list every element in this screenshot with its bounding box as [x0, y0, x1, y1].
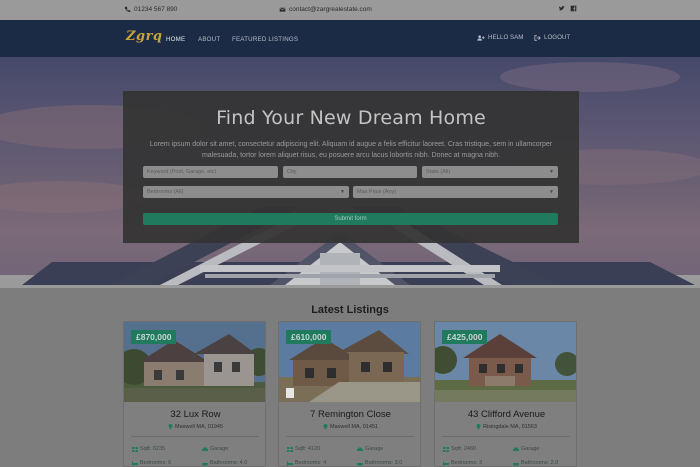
listing-title[interactable]: 7 Remington Close [279, 409, 420, 420]
listing-bathrooms: Bathrooms: 3.0 [357, 460, 402, 466]
search-panel: Find Your New Dream Home Lorem ipsum dol… [123, 91, 579, 243]
listing-bedrooms: Bedrooms: 6 [132, 460, 171, 466]
listing-bedrooms-text: Bedrooms: 6 [140, 460, 172, 466]
listing-sqft: Sqft: 6235 [132, 446, 165, 452]
price-badge: £610,000 [286, 330, 332, 344]
chevron-down-icon: ▼ [340, 189, 345, 195]
listing-bedrooms: Bedrooms: 4 [287, 460, 326, 466]
listing-card[interactable]: £610,000 7 Remington Close Maxwell MA, 0… [278, 321, 421, 467]
hero-title: Find Your New Dream Home [216, 107, 486, 129]
bed-icon [443, 461, 449, 466]
phone-number: 01234 567 890 [134, 6, 178, 13]
listing-sqft-text: Sqft: 6235 [140, 446, 166, 452]
price-badge: £425,000 [442, 330, 488, 344]
listing-address: Risingdale MA, 01563 [435, 423, 576, 430]
latest-listings-heading: Latest Listings [311, 304, 389, 316]
nav-user-greeting[interactable]: HELLO SAM [477, 34, 523, 41]
bath-icon [357, 462, 363, 465]
listing-bedrooms-text: Bedrooms: 3 [451, 460, 483, 466]
listing-sqft: Sqft: 2460 [443, 446, 476, 452]
listing-bedrooms-text: Bedrooms: 4 [295, 460, 327, 466]
listing-photo[interactable]: £610,000 [279, 322, 420, 402]
listing-sqft-text: Sqft: 4120 [295, 446, 321, 452]
map-marker-icon [323, 424, 328, 430]
top-contact-bar: 01234 567 890 contact@zargrealestate.com [0, 0, 700, 20]
site-logo[interactable]: Zgrq [126, 29, 163, 44]
nav-logout[interactable]: LOGOUT [534, 34, 570, 41]
listing-bathrooms: Bathrooms: 4.0 [202, 460, 247, 466]
phone-contact: 01234 567 890 [124, 6, 177, 13]
state-select-value: State (All) [426, 169, 451, 175]
bath-icon [202, 462, 208, 465]
listing-garage-text: Garage [210, 446, 229, 452]
bed-icon [287, 461, 293, 466]
grid-icon [287, 446, 293, 452]
price-badge: £870,000 [131, 330, 177, 344]
hero-description: Lorem ipsum dolor sit amet, consectetur … [149, 141, 553, 159]
listing-sqft-text: Sqft: 2460 [451, 446, 477, 452]
submit-button[interactable]: Submit form [143, 213, 558, 225]
listing-address: Maxwell MA, 01945 [124, 423, 265, 430]
card-divider [442, 436, 570, 437]
phone-icon [124, 6, 131, 12]
listing-sqft: Sqft: 4120 [287, 446, 320, 452]
user-greeting-label: HELLO SAM [488, 34, 524, 41]
listing-garage: Garage [513, 446, 539, 452]
state-select[interactable]: State (All) ▼ [422, 166, 558, 178]
listing-bathrooms-text: Bathrooms: 4.0 [210, 460, 248, 466]
map-marker-icon [168, 424, 173, 430]
card-divider [286, 436, 414, 437]
car-icon [513, 447, 519, 451]
listing-card[interactable]: £425,000 43 Clifford Avenue Risingdale M… [434, 321, 577, 467]
grid-icon [443, 446, 449, 452]
city-input[interactable]: City [283, 166, 417, 178]
grid-icon [132, 446, 138, 452]
social-links [558, 5, 577, 12]
listing-bedrooms: Bedrooms: 3 [443, 460, 482, 466]
facebook-icon[interactable] [570, 5, 577, 12]
envelope-icon [279, 7, 286, 12]
listing-card[interactable]: £870,000 32 Lux Row Maxwell MA, 01945 Sq… [123, 321, 266, 467]
listing-bathrooms-text: Bathrooms: 3.0 [365, 460, 403, 466]
listing-title[interactable]: 43 Clifford Avenue [435, 409, 576, 420]
map-marker-icon [476, 424, 481, 430]
nav-about[interactable]: ABOUT [198, 36, 220, 43]
listing-photo[interactable]: £425,000 [435, 322, 576, 402]
main-navbar: Zgrq HOME ABOUT FEATURED LISTINGS HELLO … [0, 20, 700, 57]
max-price-select-value: Max Price (Any) [357, 189, 397, 195]
listing-bathrooms-text: Bathrooms: 2.0 [521, 460, 559, 466]
bedrooms-select[interactable]: Bedrooms (All) ▼ [143, 186, 349, 198]
bath-icon [513, 462, 519, 465]
listing-photo[interactable]: £870,000 [124, 322, 265, 402]
nav-home[interactable]: HOME [166, 36, 185, 43]
chevron-down-icon: ▼ [549, 169, 554, 175]
user-plus-icon [477, 34, 485, 41]
listing-garage-text: Garage [365, 446, 384, 452]
card-divider [131, 436, 259, 437]
listing-address-text: Maxwell MA, 01451 [330, 423, 378, 430]
bed-icon [132, 461, 138, 466]
keyword-input[interactable]: Keyword (Pool, Garage, etc) [143, 166, 278, 178]
listing-address-text: Risingdale MA, 01563 [483, 423, 537, 430]
listing-garage: Garage [357, 446, 383, 452]
max-price-select[interactable]: Max Price (Any) ▼ [353, 186, 558, 198]
twitter-icon[interactable] [558, 5, 565, 12]
email-contact: contact@zargrealestate.com [279, 6, 372, 13]
listing-title[interactable]: 32 Lux Row [124, 409, 265, 420]
listing-garage: Garage [202, 446, 228, 452]
nav-featured-listings[interactable]: FEATURED LISTINGS [232, 36, 298, 43]
car-icon [202, 447, 208, 451]
email-address: contact@zargrealestate.com [289, 6, 372, 13]
listing-bathrooms: Bathrooms: 2.0 [513, 460, 558, 466]
logout-label: LOGOUT [544, 34, 571, 41]
listing-address-text: Maxwell MA, 01945 [175, 423, 223, 430]
chevron-down-icon: ▼ [549, 189, 554, 195]
car-icon [357, 447, 363, 451]
bedrooms-select-value: Bedrooms (All) [147, 189, 184, 195]
listing-address: Maxwell MA, 01451 [279, 423, 420, 430]
sign-out-icon [534, 34, 541, 41]
listing-garage-text: Garage [521, 446, 540, 452]
